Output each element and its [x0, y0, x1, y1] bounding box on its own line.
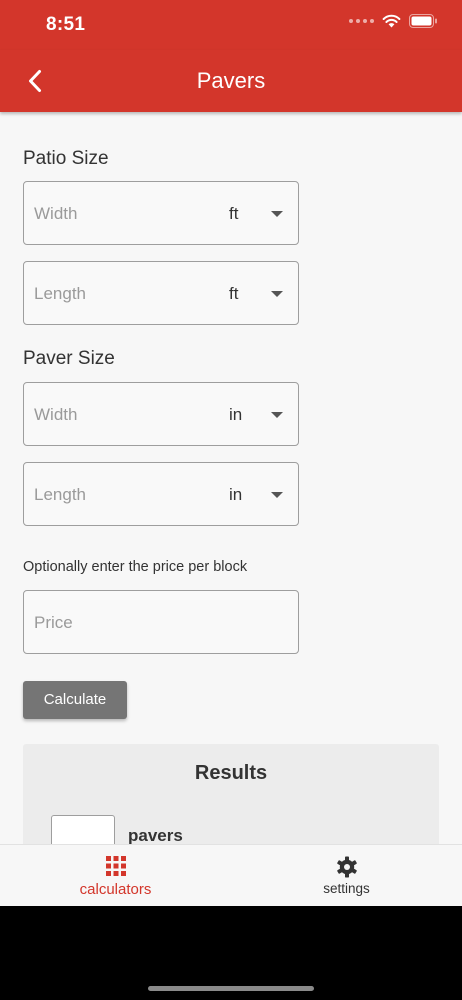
tab-settings[interactable]: settings — [231, 845, 462, 907]
tab-label: settings — [323, 881, 370, 896]
patio-length-unit[interactable]: ft — [229, 284, 238, 304]
status-time: 8:51 — [46, 14, 86, 35]
status-bar: 8:51 — [0, 0, 462, 50]
wifi-icon — [382, 14, 401, 28]
dropdown-arrow-icon[interactable] — [271, 211, 283, 217]
status-icons — [349, 14, 438, 28]
price-field[interactable]: Price — [23, 590, 299, 654]
grid-icon — [105, 856, 126, 876]
dropdown-arrow-icon[interactable] — [271, 291, 283, 297]
paver-length-unit[interactable]: in — [229, 485, 242, 505]
home-indicator-area — [0, 906, 462, 1000]
paver-width-field[interactable]: Width in — [23, 382, 299, 446]
tab-label: calculators — [79, 881, 152, 898]
battery-icon — [409, 14, 437, 28]
cellular-signal-icon — [349, 19, 374, 23]
dropdown-arrow-icon[interactable] — [271, 492, 283, 498]
results-title: Results — [194, 762, 268, 784]
header-bar: Pavers — [0, 50, 462, 112]
price-note: Optionally enter the price per block — [23, 559, 248, 575]
patio-length-placeholder: Length — [34, 284, 86, 303]
patio-width-placeholder: Width — [34, 204, 78, 223]
results-panel: Results pavers — [23, 744, 439, 844]
home-indicator[interactable] — [148, 986, 314, 991]
price-placeholder: Price — [34, 613, 73, 632]
paver-size-heading: Paver Size — [23, 348, 115, 369]
patio-length-field[interactable]: Length ft — [23, 261, 299, 325]
paver-length-placeholder: Length — [34, 485, 86, 504]
patio-width-field[interactable]: Width ft — [23, 181, 299, 245]
pavers-label: pavers — [128, 826, 183, 844]
calculator-form: Patio Size Width ft Length ft Paver Size… — [0, 112, 462, 844]
paver-width-unit[interactable]: in — [229, 405, 242, 425]
tab-calculators[interactable]: calculators — [0, 845, 231, 907]
patio-size-heading: Patio Size — [23, 148, 109, 169]
patio-width-unit[interactable]: ft — [229, 204, 238, 224]
tab-bar: calculators settings — [0, 844, 462, 906]
pavers-count-box — [51, 815, 115, 844]
dropdown-arrow-icon[interactable] — [271, 412, 283, 418]
paver-length-field[interactable]: Length in — [23, 462, 299, 526]
gear-icon — [336, 856, 357, 878]
page-title: Pavers — [196, 68, 266, 93]
calculate-button[interactable]: Calculate — [23, 681, 127, 719]
paver-width-placeholder: Width — [34, 405, 78, 424]
